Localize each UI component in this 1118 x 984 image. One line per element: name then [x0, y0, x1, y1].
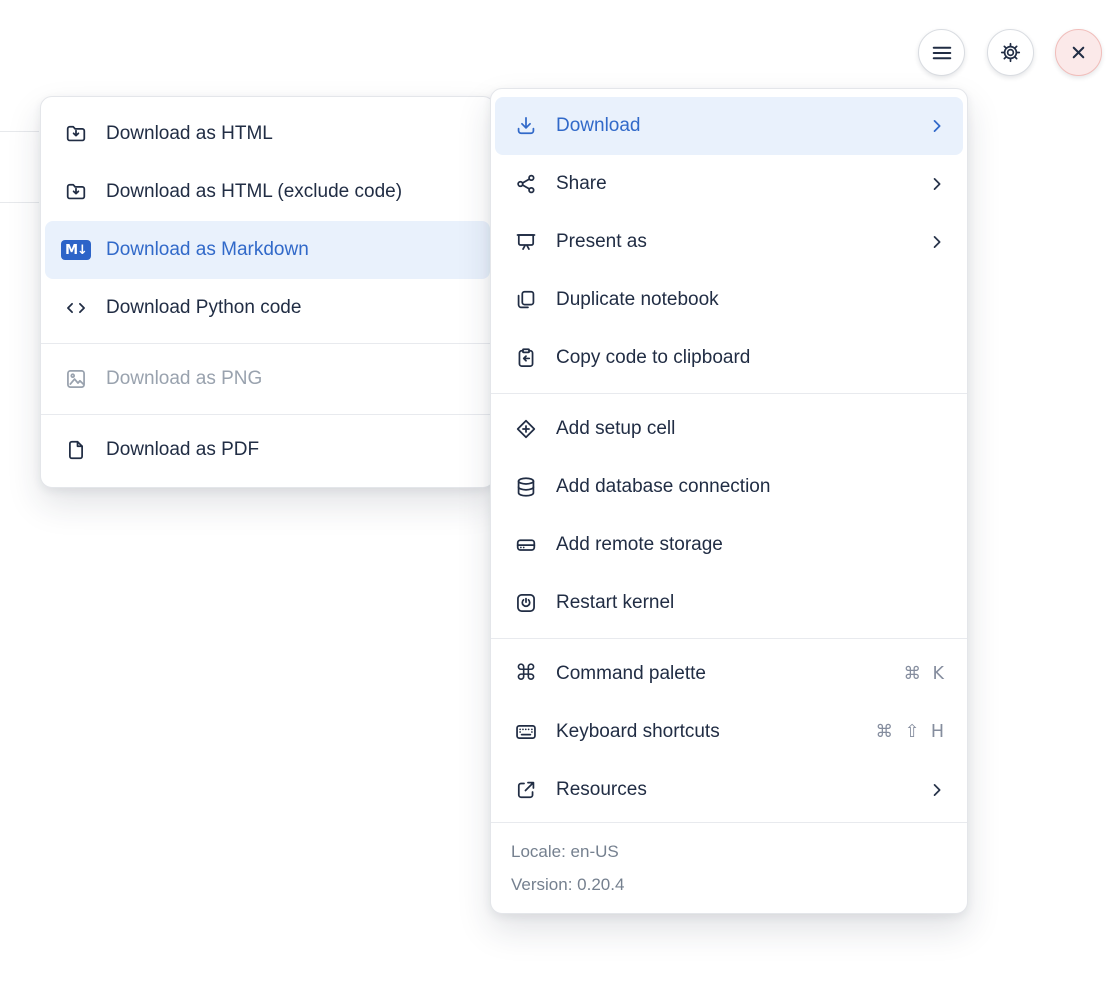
- chevron-right-icon: [927, 232, 947, 252]
- menu-divider: [491, 638, 967, 639]
- menu-divider: [41, 414, 494, 415]
- download-python-code-menu-item[interactable]: Download Python code: [45, 279, 490, 337]
- menu-divider: [41, 343, 494, 344]
- folder-download-icon: [62, 179, 90, 205]
- menu-item-label: Add remote storage: [556, 534, 947, 556]
- duplicate-icon: [512, 287, 540, 313]
- download-as-markdown-menu-item[interactable]: M↓ Download as Markdown: [45, 221, 490, 279]
- add-database-connection-menu-item[interactable]: Add database connection: [495, 458, 963, 516]
- keyboard-shortcut-hint: ⌘ ⇧ H: [876, 722, 947, 742]
- menu-item-label: Copy code to clipboard: [556, 347, 947, 369]
- chevron-right-icon: [927, 174, 947, 194]
- command-icon: ⌘: [512, 661, 540, 687]
- menu-item-label: Download: [556, 115, 911, 137]
- resources-menu-item[interactable]: Resources: [495, 761, 963, 819]
- menu-item-label: Command palette: [556, 663, 887, 685]
- image-icon: [62, 366, 90, 392]
- download-as-png-menu-item: Download as PNG: [45, 350, 490, 408]
- copy-code-to-clipboard-menu-item[interactable]: Copy code to clipboard: [495, 329, 963, 387]
- notebook-menu-button[interactable]: [918, 29, 965, 76]
- shutdown-button[interactable]: [1055, 29, 1102, 76]
- menu-item-label: Download as Markdown: [106, 239, 474, 261]
- menu-item-label: Download as PNG: [106, 368, 474, 390]
- share-menu-item[interactable]: Share: [495, 155, 963, 213]
- menu-item-label: Duplicate notebook: [556, 289, 947, 311]
- present-as-menu-item[interactable]: Present as: [495, 213, 963, 271]
- menu-item-label: Resources: [556, 779, 911, 801]
- code-icon: [62, 295, 90, 321]
- clipboard-icon: [512, 345, 540, 371]
- menu-item-label: Restart kernel: [556, 592, 947, 614]
- menu-divider: [491, 393, 967, 394]
- menu-divider: [491, 822, 967, 823]
- version-text: Version: 0.20.4: [511, 868, 947, 901]
- external-link-icon: [512, 777, 540, 803]
- notebook-actions-menu: Download Share Present as Duplicate noteboo…: [490, 88, 968, 914]
- gear-icon: [997, 40, 1025, 66]
- chevron-right-icon: [927, 780, 947, 800]
- presentation-icon: [512, 229, 540, 255]
- page-rule-line: [0, 202, 39, 203]
- hamburger-icon: [928, 40, 956, 66]
- duplicate-notebook-menu-item[interactable]: Duplicate notebook: [495, 271, 963, 329]
- menu-item-label: Add setup cell: [556, 418, 947, 440]
- add-remote-storage-menu-item[interactable]: Add remote storage: [495, 516, 963, 574]
- app-canvas: Download as HTML Download as HTML (exclud…: [0, 0, 1118, 984]
- menu-item-label: Share: [556, 173, 911, 195]
- command-palette-menu-item[interactable]: ⌘ Command palette ⌘ K: [495, 645, 963, 703]
- menu-item-label: Keyboard shortcuts: [556, 721, 860, 743]
- menu-item-label: Present as: [556, 231, 911, 253]
- menu-item-label: Download Python code: [106, 297, 474, 319]
- power-icon: [512, 590, 540, 616]
- diamond-plus-icon: [512, 416, 540, 442]
- settings-button[interactable]: [987, 29, 1034, 76]
- page-rule-line: [0, 131, 39, 132]
- download-as-pdf-menu-item[interactable]: Download as PDF: [45, 421, 490, 479]
- restart-kernel-menu-item[interactable]: Restart kernel: [495, 574, 963, 632]
- keyboard-shortcut-hint: ⌘ K: [903, 664, 947, 684]
- markdown-icon: M↓: [62, 237, 90, 263]
- download-menu-item[interactable]: Download: [495, 97, 963, 155]
- keyboard-shortcuts-menu-item[interactable]: Keyboard shortcuts ⌘ ⇧ H: [495, 703, 963, 761]
- menu-footer: Locale: en-USVersion: 0.20.4: [495, 826, 963, 905]
- folder-download-icon: [62, 121, 90, 147]
- download-as-html-exclude-code-menu-item[interactable]: Download as HTML (exclude code): [45, 163, 490, 221]
- menu-item-label: Download as PDF: [106, 439, 474, 461]
- database-icon: [512, 474, 540, 500]
- download-as-html-menu-item[interactable]: Download as HTML: [45, 105, 490, 163]
- keyboard-icon: [512, 719, 540, 745]
- hard-drive-icon: [512, 532, 540, 558]
- add-setup-cell-menu-item[interactable]: Add setup cell: [495, 400, 963, 458]
- chevron-right-icon: [927, 116, 947, 136]
- menu-item-label: Download as HTML: [106, 123, 474, 145]
- locale-text: Locale: en-US: [511, 835, 947, 868]
- download-icon: [512, 113, 540, 139]
- menu-item-label: Add database connection: [556, 476, 947, 498]
- download-submenu: Download as HTML Download as HTML (exclud…: [40, 96, 495, 488]
- menu-item-label: Download as HTML (exclude code): [106, 181, 474, 203]
- share-icon: [512, 171, 540, 197]
- file-icon: [62, 437, 90, 463]
- close-icon: [1065, 40, 1093, 66]
